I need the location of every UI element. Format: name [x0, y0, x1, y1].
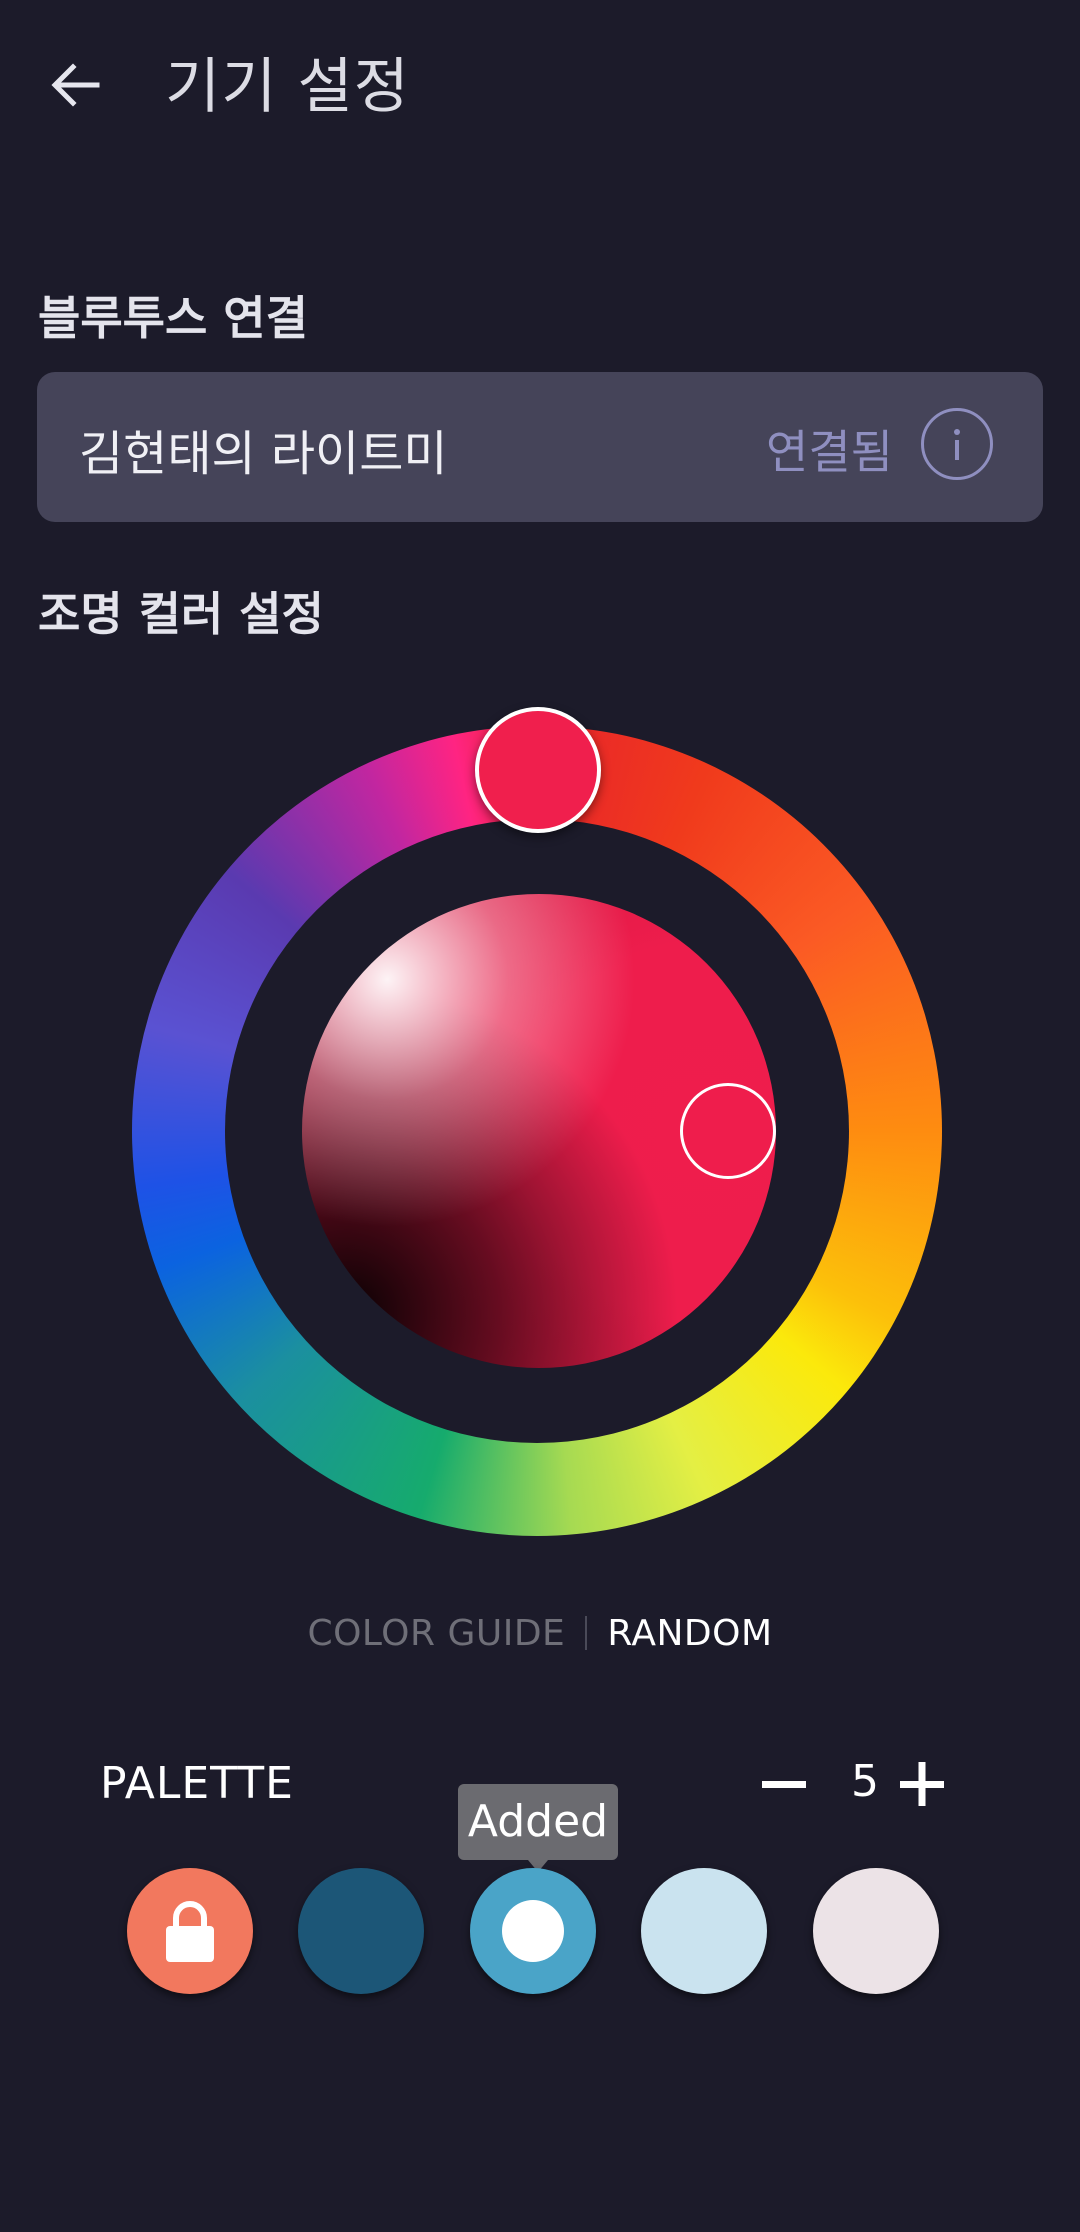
back-button[interactable]: [40, 50, 110, 120]
increase-button[interactable]: [898, 1760, 946, 1808]
palette-label: PALETTE: [100, 1758, 294, 1809]
arrow-left-icon: [51, 63, 100, 107]
plus-icon: [900, 1762, 944, 1806]
info-button[interactable]: [921, 408, 993, 480]
device-name: 김현태의 라이트미: [79, 426, 448, 482]
palette-count-stepper: 5: [760, 1752, 960, 1816]
added-tooltip: Added: [458, 1784, 618, 1872]
mode-selector: COLOR GUIDE RANDOM: [0, 1608, 1080, 1658]
page-title: 기기 설정: [165, 52, 410, 122]
palette-swatch-4[interactable]: [641, 1868, 767, 1994]
hue-handle[interactable]: [475, 707, 601, 833]
color-section-title: 조명 컬러 설정: [38, 587, 324, 641]
palette-swatch-3[interactable]: [470, 1868, 596, 1994]
lock-icon: [166, 1901, 214, 1962]
color-guide-button[interactable]: COLOR GUIDE: [307, 1613, 565, 1654]
info-icon: [954, 429, 960, 460]
selected-indicator: [502, 1900, 564, 1962]
decrease-button[interactable]: [760, 1760, 808, 1808]
saturation-brightness-handle[interactable]: [680, 1083, 776, 1179]
palette-swatch-5[interactable]: [813, 1868, 939, 1994]
minus-icon: [762, 1781, 806, 1788]
app-header: 기기 설정: [0, 0, 1080, 165]
bluetooth-section-title: 블루투스 연결: [38, 291, 308, 345]
palette-swatch-2[interactable]: [298, 1868, 424, 1994]
color-picker: [0, 700, 1080, 1580]
random-button[interactable]: RANDOM: [607, 1613, 772, 1654]
mode-divider: [585, 1616, 588, 1650]
connection-status: 연결됨: [766, 425, 893, 479]
palette-count: 5: [851, 1756, 879, 1807]
palette-swatch-1[interactable]: [127, 1868, 253, 1994]
device-card[interactable]: 김현태의 라이트미 연결됨: [37, 372, 1043, 522]
